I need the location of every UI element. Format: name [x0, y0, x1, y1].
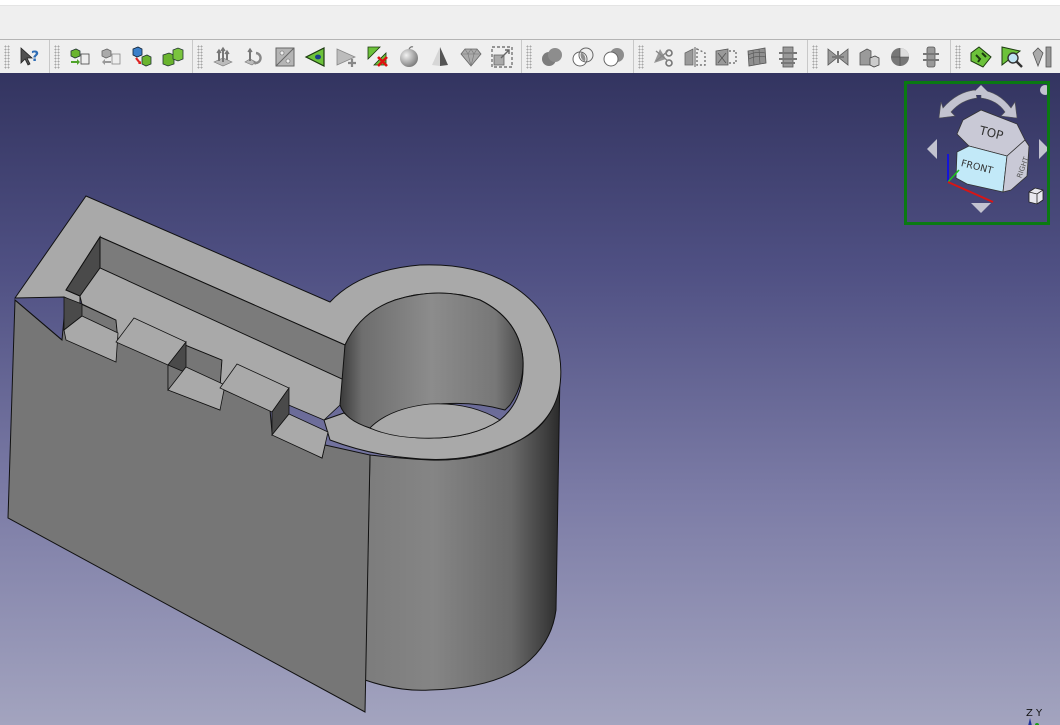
view-menu-cube-icon[interactable]	[1028, 187, 1044, 205]
toolbar-group-check	[953, 40, 1060, 73]
multitransform-icon	[778, 46, 797, 67]
create-sketch-icon	[304, 46, 325, 67]
toolbar-group-utilities	[810, 40, 951, 73]
nav-right-arrow[interactable]	[1039, 139, 1049, 159]
create-body-button[interactable]	[64, 42, 95, 72]
validate-sketch-button[interactable]	[362, 42, 393, 72]
attach-sketch-icon	[336, 47, 356, 67]
toolbar-grip[interactable]	[812, 44, 818, 69]
sphere-icon	[399, 45, 418, 67]
toolbar-group-body	[52, 40, 193, 73]
split-icon	[653, 48, 673, 67]
sphere-button[interactable]	[393, 42, 424, 72]
toolbar-grip[interactable]	[638, 44, 644, 69]
move-to-body-button[interactable]	[126, 42, 157, 72]
section-icon	[890, 47, 909, 66]
toolbar-grip[interactable]	[526, 44, 532, 69]
whats-this-button[interactable]: ?	[14, 42, 45, 72]
3d-viewport[interactable]: TOP FRONT RIGHT Z Y	[0, 73, 1060, 725]
boolean-cut-icon	[603, 47, 624, 66]
scale-icon	[490, 45, 513, 68]
whats-this-icon: ?	[20, 46, 39, 66]
toolbar-grip[interactable]	[955, 44, 961, 69]
mirrored-button[interactable]	[679, 42, 710, 72]
boolean-union-icon	[541, 47, 562, 66]
datum-point-button[interactable]	[207, 42, 238, 72]
toolbar-group-help: ?	[2, 40, 50, 73]
joint-button[interactable]	[915, 42, 946, 72]
part-model[interactable]	[0, 73, 1060, 725]
move-object-to-body-icon	[132, 46, 151, 66]
shape-tool-button[interactable]	[822, 42, 853, 72]
toolbar-grip[interactable]	[54, 44, 60, 69]
shape-binder-icon	[459, 48, 482, 67]
svg-text:?: ?	[31, 49, 39, 65]
boolean-cut-button[interactable]	[598, 42, 629, 72]
validate-sketch-icon	[367, 46, 388, 67]
toolbar-grip[interactable]	[197, 44, 203, 69]
toolbar-group-patterns	[636, 40, 808, 73]
move-feature-icon	[101, 48, 120, 65]
boolean-intersection-icon	[572, 47, 593, 66]
axis-indicator-icon	[1028, 718, 1039, 725]
toolbar-group-boolean	[524, 40, 634, 73]
menu-band	[0, 7, 1060, 39]
compound-button[interactable]	[853, 42, 884, 72]
mirrored-icon	[684, 46, 706, 67]
boolean-union-button[interactable]	[536, 42, 567, 72]
title-strip	[0, 0, 1060, 6]
navcube-graphic: TOP FRONT RIGHT	[927, 85, 1050, 213]
shape-tool-icon	[827, 47, 848, 66]
freecad-window: ? TOP FRONT RIGHT Z Y	[0, 0, 1060, 725]
nav-down-arrow[interactable]	[971, 203, 991, 213]
attach-sketch-button[interactable]	[331, 42, 362, 72]
create-sketch-button[interactable]	[300, 42, 331, 72]
check-geometry-icon	[970, 45, 992, 68]
create-body-icon	[70, 48, 89, 65]
create-clone-button[interactable]	[157, 42, 188, 72]
scale-button[interactable]	[486, 42, 517, 72]
datum-point-icon	[212, 46, 233, 66]
axis-indicator: Z Y	[1026, 708, 1042, 725]
cone-button[interactable]	[424, 42, 455, 72]
nav-left-arrow[interactable]	[927, 139, 937, 159]
navcube-menu-button[interactable]	[1040, 85, 1050, 95]
section-button[interactable]	[884, 42, 915, 72]
linear-pattern-button[interactable]	[710, 42, 741, 72]
inspect-button[interactable]	[996, 42, 1027, 72]
datum-line-icon	[243, 47, 262, 65]
split-button[interactable]	[648, 42, 679, 72]
datum-line-button[interactable]	[238, 42, 269, 72]
check-geometry-button[interactable]	[965, 42, 996, 72]
compound-icon	[859, 48, 879, 67]
thickness-icon	[1032, 46, 1051, 67]
shape-binder-button[interactable]	[455, 42, 486, 72]
create-clone-icon	[162, 47, 183, 66]
datum-plane-button[interactable]	[269, 42, 300, 72]
boolean-intersection-button[interactable]	[567, 42, 598, 72]
rotate-left-arrow[interactable]	[938, 89, 978, 119]
move-feature-button[interactable]	[95, 42, 126, 72]
polar-pattern-icon	[747, 47, 766, 66]
toolbar-grip[interactable]	[4, 44, 10, 69]
cone-icon	[431, 46, 448, 66]
joint-icon	[922, 46, 939, 67]
linear-pattern-icon	[715, 48, 737, 65]
multitransform-button[interactable]	[772, 42, 803, 72]
inspect-icon	[1001, 45, 1023, 68]
navigation-cube[interactable]: TOP FRONT RIGHT	[904, 81, 1050, 225]
toolbar-group-datum	[195, 40, 522, 73]
polar-pattern-button[interactable]	[741, 42, 772, 72]
datum-plane-icon	[275, 47, 294, 66]
thickness-button[interactable]	[1027, 42, 1058, 72]
main-toolbar: ?	[0, 39, 1060, 73]
